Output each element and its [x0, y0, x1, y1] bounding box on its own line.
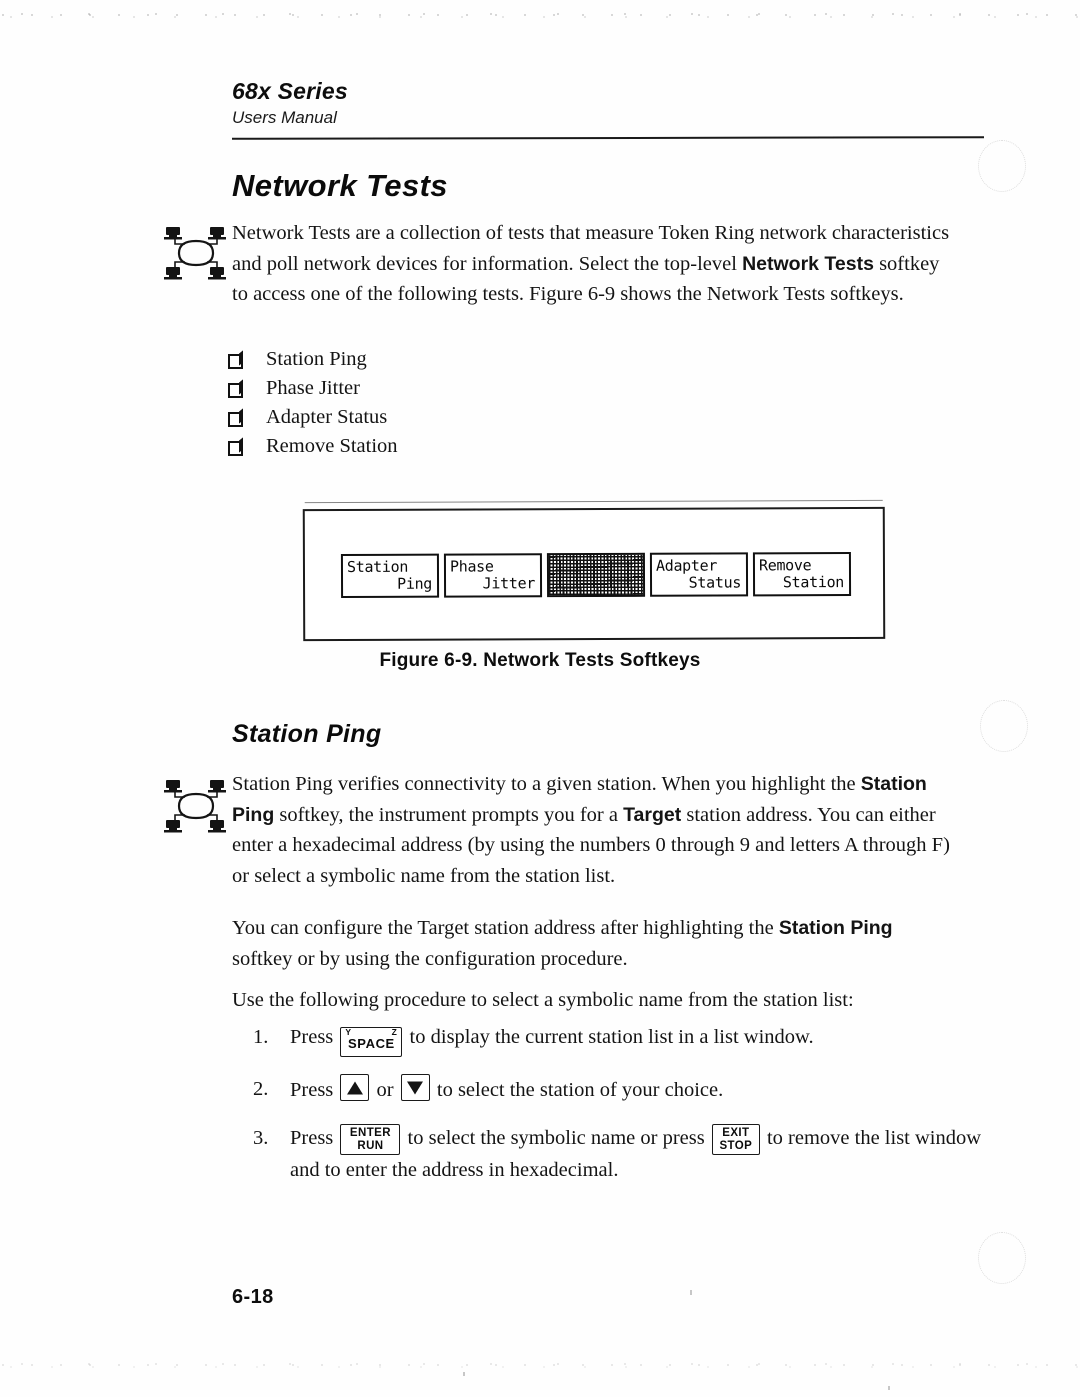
sp-bold-target: Target [623, 803, 682, 826]
header-rule [231, 136, 985, 140]
step-number: 2. [253, 1078, 269, 1100]
exit-stop-key-icon[interactable]: EXIT STOP [711, 1123, 760, 1155]
list-item: Phase Jitter [228, 374, 398, 403]
procedure-lead-in: Use the following procedure to select a … [232, 989, 854, 1011]
softkey-phase-jitter[interactable]: Phase Jitter [443, 553, 543, 598]
figure-top-rule [304, 499, 883, 504]
scan-noise-top [0, 12, 1080, 22]
step3-text-mid: to select the symbolic name or press [402, 1127, 710, 1149]
list-item: Remove Station [228, 432, 398, 461]
hole-punch-ring-3 [978, 1232, 1026, 1284]
scan-fleck [463, 1372, 465, 1376]
station-ping-paragraph-1: Station Ping verifies connectivity to a … [232, 769, 962, 891]
station-ping-paragraph-2: You can configure the Target station add… [232, 913, 958, 974]
sp-text-b: softkey, the instrument prompts you for … [274, 803, 624, 826]
softkey-line2: Status [688, 573, 742, 592]
softkey-line1: Remove [758, 556, 812, 575]
header-product-title: 68x Series [232, 78, 348, 104]
network-tests-list: Station Ping Phase Jitter Adapter Status… [228, 345, 398, 461]
softkey-line2: Station [782, 573, 845, 592]
cfg-text-a: You can configure the Target station add… [232, 917, 779, 939]
exit-stop-line1: EXIT [722, 1126, 750, 1139]
softkey-row: Station Ping Phase Jitter Adapter Status… [340, 552, 852, 598]
arrow-down-key-icon[interactable] [400, 1074, 430, 1101]
list-item: Station Ping [228, 345, 398, 374]
list-item-label: Phase Jitter [266, 377, 360, 399]
list-item-label: Station Ping [266, 348, 367, 370]
scan-fleck [888, 1386, 890, 1390]
softkey-remove-station[interactable]: Remove Station [752, 552, 852, 597]
list-item-label: Remove Station [266, 435, 398, 457]
exit-stop-line2: STOP [719, 1140, 753, 1152]
hole-punch-ring-1 [978, 140, 1026, 192]
intro-bold-softkey: Network Tests [742, 252, 874, 275]
arrow-up-key-icon[interactable] [340, 1074, 370, 1101]
sp-text-a: Station Ping verifies connectivity to a … [232, 773, 861, 795]
step-text: Press Y Z SPACE to display the current sta… [290, 1022, 814, 1057]
softkey-line1: Adapter [655, 556, 718, 575]
cfg-bold-station-ping: Station Ping [778, 917, 893, 939]
scan-fleck [690, 1290, 692, 1295]
space-key-shoulder-left: Y [345, 1027, 352, 1037]
square-bullet-icon [228, 381, 245, 398]
running-header: 68x Series Users Manual [232, 78, 348, 130]
list-item-label: Adapter Status [266, 406, 388, 428]
triangle-up-glyph [346, 1081, 363, 1094]
step1-text-b: to display the current station list in a… [404, 1026, 814, 1048]
intro-paragraph: Network Tests are a collection of tests … [232, 218, 954, 310]
procedure-step-2: 2. Press or to select the station of you… [253, 1074, 983, 1106]
enter-run-key-icon[interactable]: ENTER RUN [340, 1123, 401, 1155]
step-number: 1. [253, 1026, 269, 1048]
manual-page: 68x Series Users Manual Network Tests Ne… [0, 0, 1080, 1397]
square-bullet-icon [228, 352, 245, 369]
token-ring-network-icon [163, 222, 229, 284]
page-number: 6-18 [232, 1286, 274, 1308]
square-bullet-icon [228, 410, 245, 427]
softkey-line2: Jitter [482, 574, 536, 593]
space-key-icon[interactable]: Y Z SPACE [340, 1027, 403, 1057]
procedure-steps: 1. Press Y Z SPACE to display the current … [253, 1022, 983, 1203]
softkey-blank[interactable] [546, 552, 646, 598]
square-bullet-icon [228, 439, 245, 456]
softkey-line2: Ping [397, 574, 433, 593]
step2-text-a: Press [290, 1079, 339, 1101]
enter-run-line1: ENTER [349, 1126, 391, 1139]
list-item: Adapter Status [228, 403, 398, 432]
procedure-step-1: 1. Press Y Z SPACE to display the current … [253, 1022, 983, 1057]
figure-softkey-display: Station Ping Phase Jitter Adapter Status… [302, 499, 886, 642]
step1-text-a: Press [290, 1026, 339, 1048]
step-text: Press ENTER RUN to select the symbolic na… [290, 1123, 983, 1186]
step2-text-b: to select the station of your choice. [431, 1079, 724, 1101]
step-number: 3. [253, 1127, 269, 1149]
softkey-line1: Station [346, 557, 409, 576]
space-key-shoulder-right: Z [391, 1027, 398, 1037]
enter-run-line2: RUN [357, 1140, 384, 1152]
scan-noise-bottom [0, 1362, 1080, 1370]
step2-text-mid: or [371, 1079, 399, 1101]
step3-text-a: Press [290, 1127, 339, 1149]
header-document-subtitle: Users Manual [232, 108, 337, 127]
section-heading-station-ping: Station Ping [232, 720, 382, 748]
space-key-label: SPACE [348, 1036, 395, 1051]
figure-caption: Figure 6-9. Network Tests Softkeys [379, 650, 701, 671]
hole-punch-ring-2 [980, 700, 1028, 752]
triangle-down-glyph [407, 1081, 424, 1094]
step-text: Press or to select the station of your c… [290, 1074, 723, 1106]
softkey-station-ping[interactable]: Station Ping [340, 553, 440, 598]
token-ring-network-icon [163, 775, 229, 837]
page-title: Network Tests [232, 168, 448, 203]
softkey-adapter-status[interactable]: Adapter Status [649, 552, 749, 597]
cfg-text-c: softkey or by using the configuration pr… [232, 947, 628, 970]
softkey-line1: Phase [449, 557, 494, 576]
procedure-step-3: 3. Press ENTER RUN to select the symbolic… [253, 1123, 983, 1186]
